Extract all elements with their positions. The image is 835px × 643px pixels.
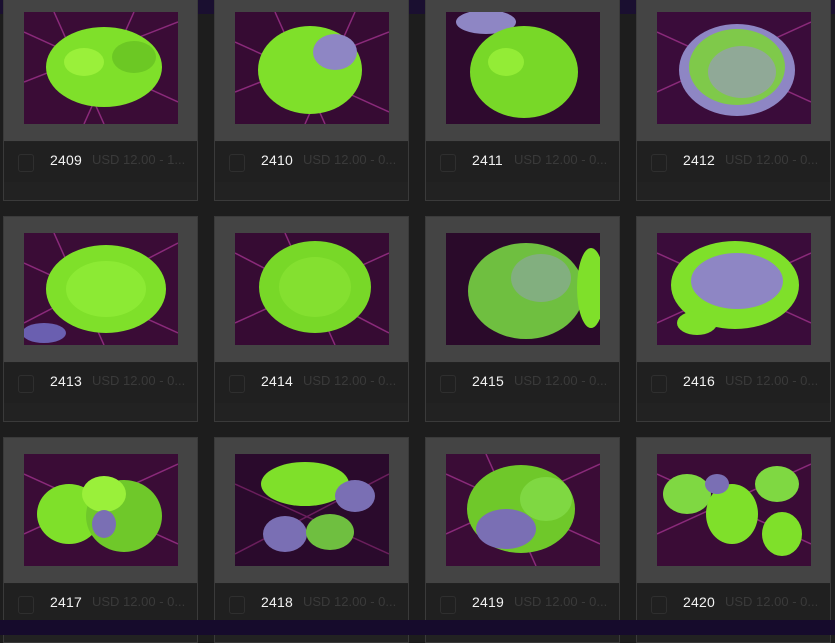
cart-icon[interactable] <box>440 154 456 172</box>
product-price: USD 12.00 - 0... <box>303 152 397 167</box>
product-card[interactable]: USD 12.00 - 0... 2411 <box>425 0 620 201</box>
product-caption: USD 12.00 - 0... 2416 <box>637 363 830 403</box>
product-price: USD 12.00 - 0... <box>725 594 819 609</box>
product-caption: USD 12.00 - 0... 2412 <box>637 142 830 182</box>
product-id: 2409 <box>50 152 82 168</box>
product-card[interactable]: USD 12.00 - 0... 2419 <box>425 437 620 643</box>
product-caption: USD 12.00 - 0... 2414 <box>215 363 408 403</box>
coral-photo[interactable] <box>24 233 178 345</box>
coral-photo[interactable] <box>657 12 811 124</box>
product-price: USD 12.00 - 0... <box>725 373 819 388</box>
cart-icon[interactable] <box>651 596 667 614</box>
cart-icon[interactable] <box>18 154 34 172</box>
thumbnail-frame <box>4 0 197 141</box>
coral-photo[interactable] <box>24 454 178 566</box>
thumbnail-frame <box>4 438 197 583</box>
thumbnail-frame <box>637 0 830 141</box>
thumbnail-frame <box>215 0 408 141</box>
thumbnail-frame <box>426 217 619 362</box>
thumbnail-frame <box>215 217 408 362</box>
coral-photo[interactable] <box>446 233 600 345</box>
product-card[interactable]: USD 12.00 - 0... 2420 <box>636 437 831 643</box>
product-price: USD 12.00 - 0... <box>514 152 608 167</box>
coral-photo[interactable] <box>446 454 600 566</box>
product-card[interactable]: USD 12.00 - 0... 2415 <box>425 216 620 422</box>
thumbnail-frame <box>215 438 408 583</box>
product-caption: USD 12.00 - 1... 2409 <box>4 142 197 182</box>
thumbnail-frame <box>426 438 619 583</box>
product-id: 2412 <box>683 152 715 168</box>
product-card[interactable]: USD 12.00 - 0... 2413 <box>3 216 198 422</box>
cart-icon[interactable] <box>18 596 34 614</box>
coral-photo[interactable] <box>657 233 811 345</box>
coral-photo[interactable] <box>235 454 389 566</box>
cart-icon[interactable] <box>229 596 245 614</box>
cart-icon[interactable] <box>651 375 667 393</box>
product-caption: USD 12.00 - 0... 2411 <box>426 142 619 182</box>
product-caption: USD 12.00 - 0... 2419 <box>426 584 619 624</box>
product-card[interactable]: USD 12.00 - 0... 2410 <box>214 0 409 201</box>
thumbnail-frame <box>637 438 830 583</box>
product-id: 2417 <box>50 594 82 610</box>
product-price: USD 12.00 - 0... <box>514 594 608 609</box>
product-id: 2413 <box>50 373 82 389</box>
product-caption: USD 12.00 - 0... 2417 <box>4 584 197 624</box>
product-caption: USD 12.00 - 0... 2415 <box>426 363 619 403</box>
product-id: 2419 <box>472 594 504 610</box>
coral-photo[interactable] <box>446 12 600 124</box>
product-id: 2410 <box>261 152 293 168</box>
product-card[interactable]: USD 12.00 - 0... 2412 <box>636 0 831 201</box>
product-id: 2414 <box>261 373 293 389</box>
cart-icon[interactable] <box>651 154 667 172</box>
cart-icon[interactable] <box>18 375 34 393</box>
thumbnail-frame <box>426 0 619 141</box>
product-price: USD 12.00 - 0... <box>303 594 397 609</box>
product-card[interactable]: USD 12.00 - 1... 2409 <box>3 0 198 201</box>
product-card[interactable]: USD 12.00 - 0... 2414 <box>214 216 409 422</box>
product-card[interactable]: USD 12.00 - 0... 2418 <box>214 437 409 643</box>
bottom-bar <box>0 620 835 635</box>
cart-icon[interactable] <box>440 596 456 614</box>
product-price: USD 12.00 - 0... <box>92 373 186 388</box>
product-id: 2420 <box>683 594 715 610</box>
product-grid: USD 12.00 - 1... 2409 USD 12.00 - 0... 2… <box>0 0 835 643</box>
cart-icon[interactable] <box>440 375 456 393</box>
product-price: USD 12.00 - 0... <box>303 373 397 388</box>
product-id: 2416 <box>683 373 715 389</box>
product-caption: USD 12.00 - 0... 2413 <box>4 363 197 403</box>
product-price: USD 12.00 - 0... <box>725 152 819 167</box>
thumbnail-frame <box>4 217 197 362</box>
product-id: 2418 <box>261 594 293 610</box>
product-id: 2415 <box>472 373 504 389</box>
product-price: USD 12.00 - 1... <box>92 152 186 167</box>
product-card[interactable]: USD 12.00 - 0... 2416 <box>636 216 831 422</box>
thumbnail-frame <box>637 217 830 362</box>
product-caption: USD 12.00 - 0... 2418 <box>215 584 408 624</box>
product-id: 2411 <box>472 152 503 168</box>
product-price: USD 12.00 - 0... <box>514 373 608 388</box>
coral-photo[interactable] <box>24 12 178 124</box>
product-card[interactable]: USD 12.00 - 0... 2417 <box>3 437 198 643</box>
coral-photo[interactable] <box>657 454 811 566</box>
product-price: USD 12.00 - 0... <box>92 594 186 609</box>
cart-icon[interactable] <box>229 375 245 393</box>
cart-icon[interactable] <box>229 154 245 172</box>
product-caption: USD 12.00 - 0... 2420 <box>637 584 830 624</box>
coral-photo[interactable] <box>235 233 389 345</box>
coral-photo[interactable] <box>235 12 389 124</box>
product-caption: USD 12.00 - 0... 2410 <box>215 142 408 182</box>
